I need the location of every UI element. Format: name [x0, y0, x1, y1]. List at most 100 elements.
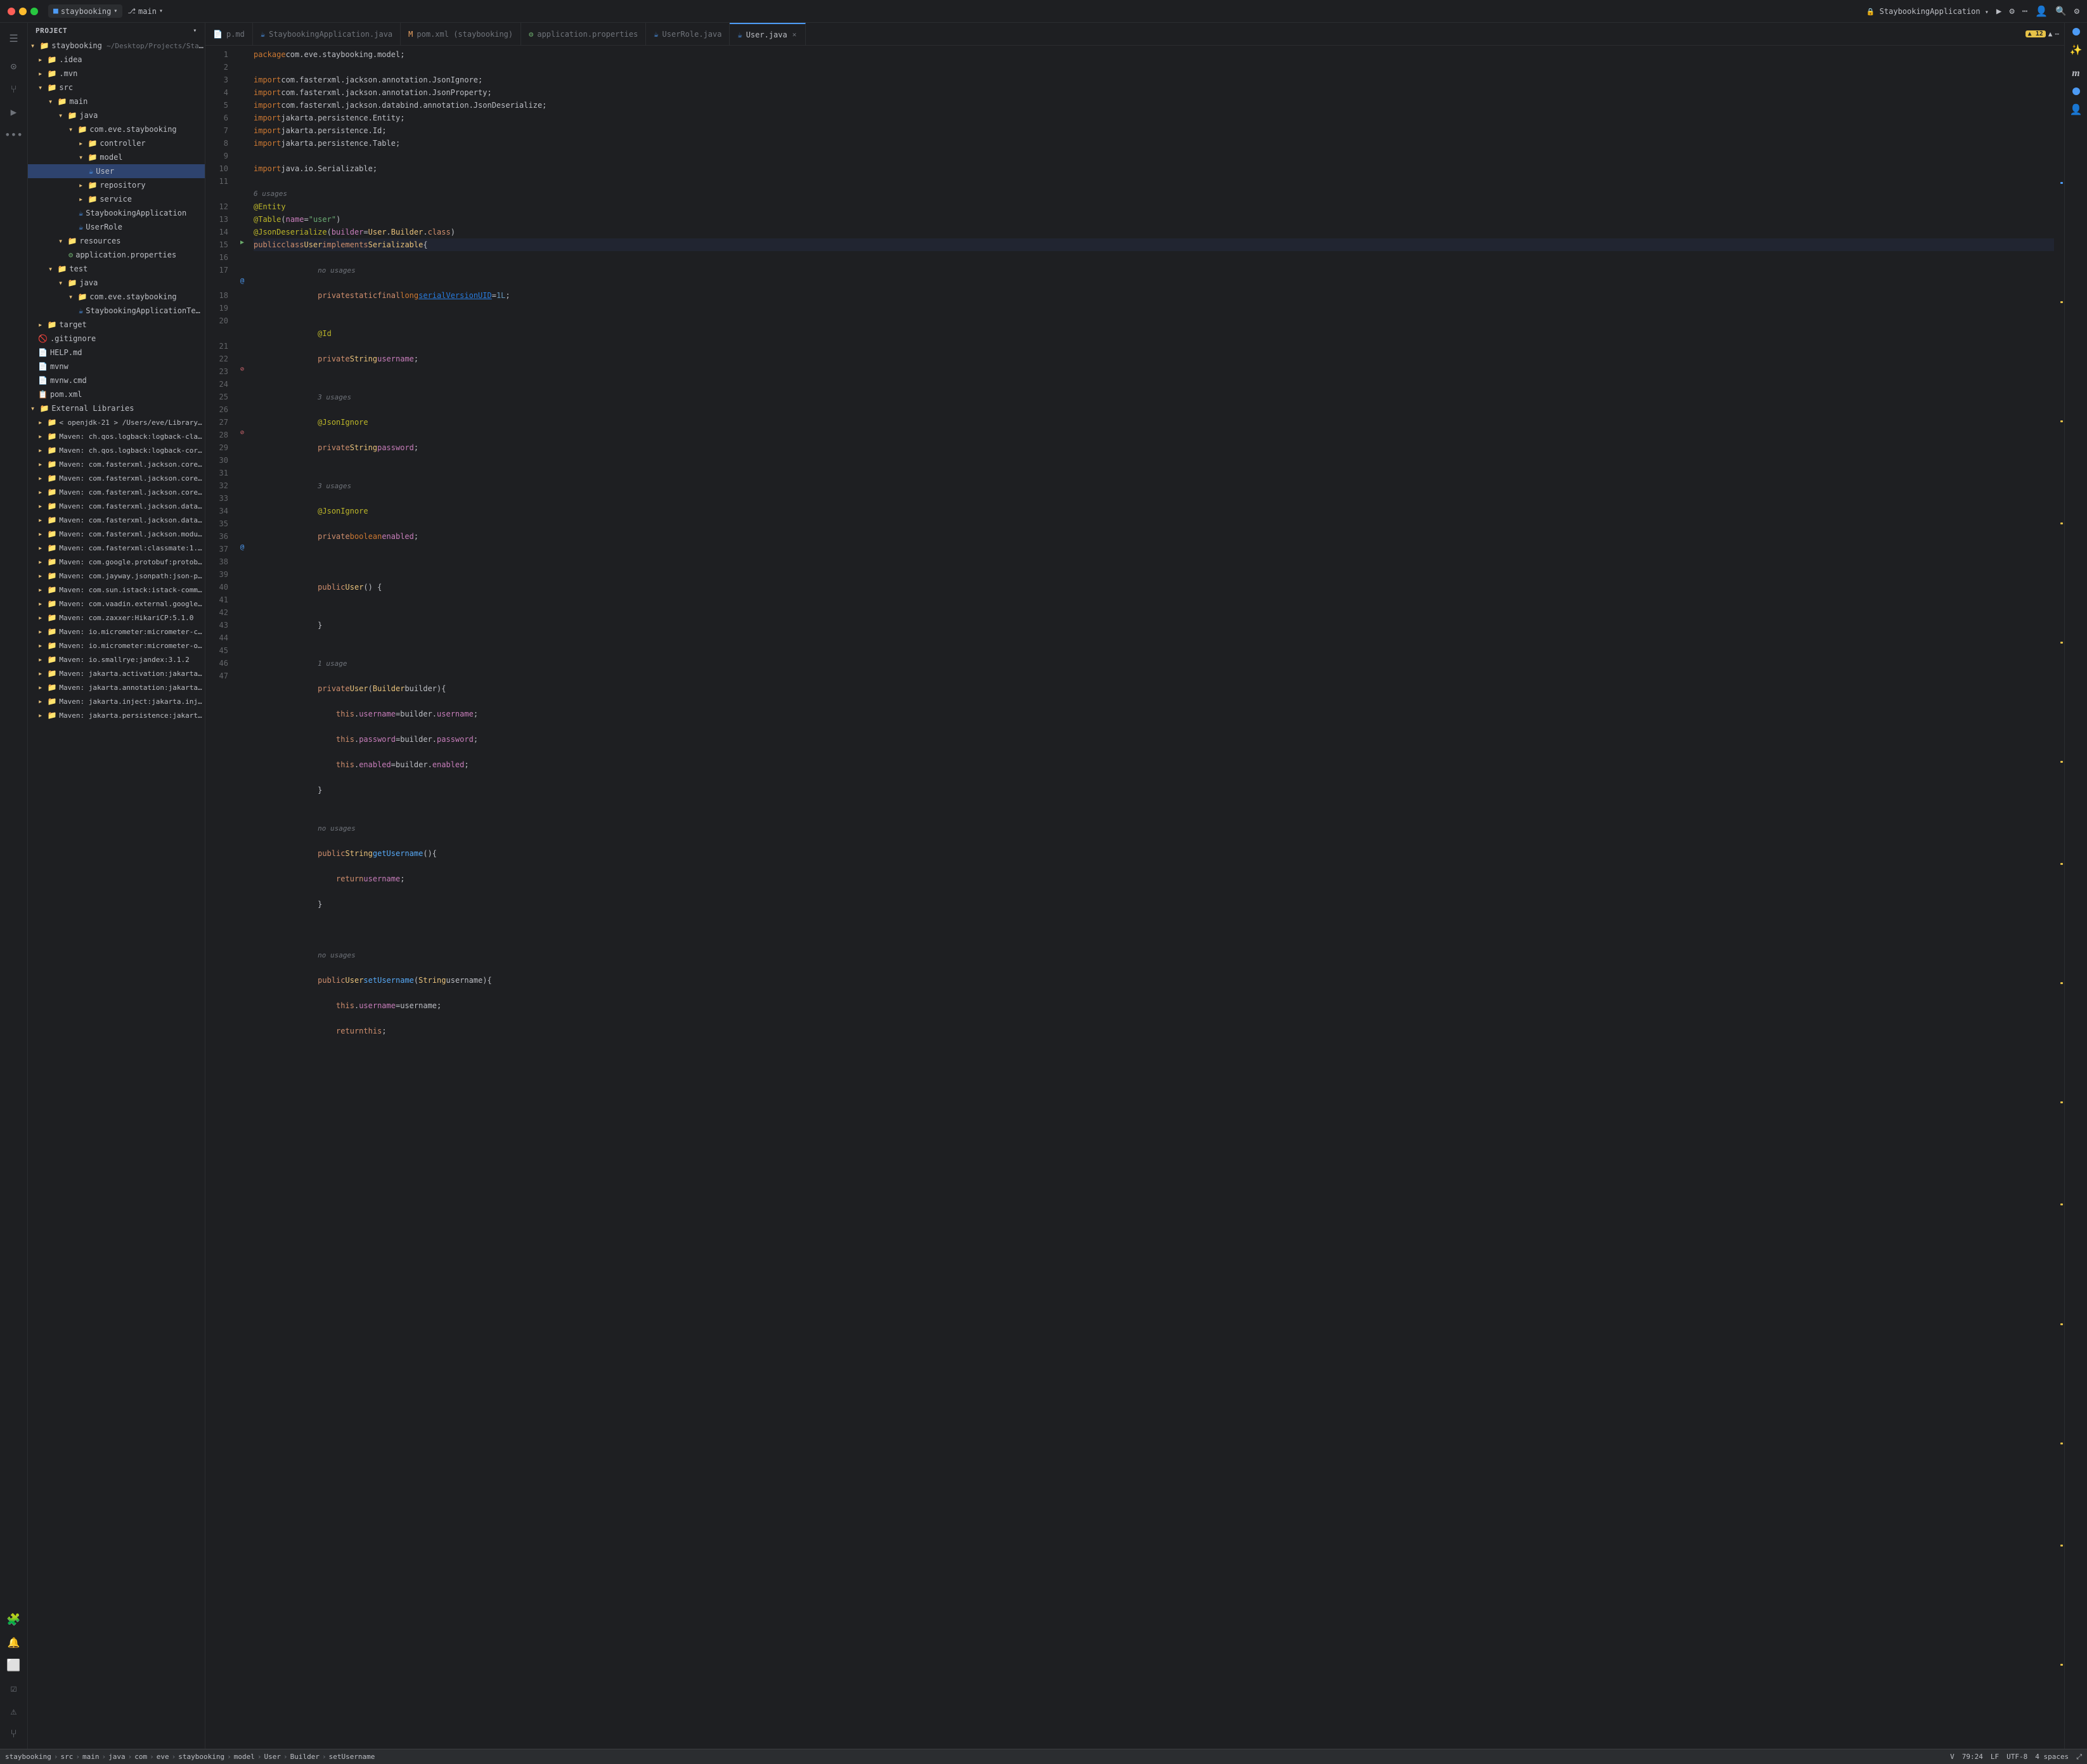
tab-pomxml[interactable]: M pom.xml (staybooking) [401, 23, 521, 45]
sidebar-tree[interactable]: ▾ 📁 staybooking ~/Desktop/Projects/StayB… [28, 39, 205, 1749]
breadcrumb-java[interactable]: java [108, 1753, 126, 1761]
gutter-run-icon-15[interactable]: ▶ [236, 236, 249, 249]
scroll-gutter[interactable] [2054, 46, 2064, 1749]
tab-bar-chevron-up[interactable]: ▲ [2048, 30, 2053, 38]
project-selector[interactable]: ■ staybooking ▾ [48, 4, 122, 18]
tree-item-service[interactable]: ▸ 📁 service [28, 192, 205, 206]
tab-userrole[interactable]: ☕ UserRole.java [646, 23, 730, 45]
tree-item-app-props[interactable]: ⚙ application.properties [28, 248, 205, 262]
breadcrumb-model[interactable]: model [234, 1753, 255, 1761]
tree-item-mvn[interactable]: ▸ 📁 .mvn [28, 67, 205, 81]
tree-item-jakarta-activation[interactable]: ▸ 📁 Maven: jakarta.activation:jakarta.ac… [28, 666, 205, 680]
code-content[interactable]: package com.eve.staybooking.model; impor… [249, 46, 2054, 1749]
tree-item-jsonpath[interactable]: ▸ 📁 Maven: com.jayway.jsonpath:json-path… [28, 569, 205, 583]
right-icon-blue[interactable] [2072, 88, 2080, 95]
tree-item-com-eve[interactable]: ▾ 📁 com.eve.staybooking [28, 122, 205, 136]
more-tools-button[interactable]: ••• [4, 124, 24, 145]
tree-item-controller[interactable]: ▸ 📁 controller [28, 136, 205, 150]
tab-appprops[interactable]: ⚙ application.properties [521, 23, 646, 45]
tree-item-idea[interactable]: ▸ 📁 .idea [28, 53, 205, 67]
tree-item-com-eve-test[interactable]: ▾ 📁 com.eve.staybooking [28, 290, 205, 304]
more-options-button[interactable]: ⋯ [2022, 6, 2027, 16]
breadcrumb-staybooking[interactable]: staybooking [5, 1753, 51, 1761]
search-icon[interactable]: 🔍 [2055, 6, 2066, 16]
cursor-position[interactable]: 79:24 [1962, 1753, 1983, 1761]
right-icon-m[interactable]: m [2066, 63, 2086, 84]
breadcrumb[interactable]: staybooking › src › main › java › com › … [5, 1753, 375, 1761]
run-config-button[interactable]: ▶ [4, 101, 24, 122]
tree-item-jandex[interactable]: ▸ 📁 Maven: io.smallrye:jandex:3.1.2 [28, 652, 205, 666]
breadcrumb-src[interactable]: src [60, 1753, 73, 1761]
notifications-button[interactable]: 🔔 [4, 1632, 24, 1652]
tree-item-micrometer-obs[interactable]: ▸ 📁 Maven: io.micrometer:micrometer-obse… [28, 639, 205, 652]
tree-item-resources[interactable]: ▾ 📁 resources [28, 234, 205, 248]
tree-item-java-test[interactable]: ▾ 📁 java [28, 276, 205, 290]
tree-item-jackson-dt1[interactable]: ▸ 📁 Maven: com.fasterxml.jackson.datatyp… [28, 499, 205, 513]
tree-item-openjdk[interactable]: ▸ 📁 < openjdk-21 > /Users/eve/Library/Ja… [28, 415, 205, 429]
build-button[interactable]: ⚙ [2009, 6, 2014, 16]
tree-item-jakarta-more[interactable]: ▸ 📁 Maven: jakarta.persistence:jakarta.p… [28, 708, 205, 722]
tree-item-gitignore[interactable]: 🚫 .gitignore [28, 332, 205, 346]
tree-item-jackson-module[interactable]: ▸ 📁 Maven: com.fasterxml.jackson.module:… [28, 527, 205, 541]
tree-item-user[interactable]: ☕ User [28, 164, 205, 178]
tree-item-java-main[interactable]: ▾ 📁 java [28, 108, 205, 122]
expand-icon[interactable]: ⤢ [2076, 1753, 2082, 1761]
plugins-button[interactable]: 🧩 [4, 1609, 24, 1630]
breadcrumb-eve[interactable]: eve [157, 1753, 169, 1761]
tree-item-logback-classic[interactable]: ▸ 📁 Maven: ch.qos.logback:logback-classi… [28, 429, 205, 443]
breadcrumb-com[interactable]: com [134, 1753, 147, 1761]
breadcrumb-user-class[interactable]: User [264, 1753, 281, 1761]
tree-item-staybooking-app[interactable]: ☕ StaybookingApplication [28, 206, 205, 220]
breadcrumb-set-username[interactable]: setUsername [329, 1753, 375, 1761]
breadcrumb-main[interactable]: main [82, 1753, 100, 1761]
terminal-button[interactable]: ⬜ [4, 1655, 24, 1675]
indent-info[interactable]: 4 spaces [2035, 1753, 2069, 1761]
right-icon-user[interactable]: 👤 [2066, 99, 2086, 119]
vcs-status[interactable]: V [1950, 1753, 1955, 1761]
tree-item-protobuf[interactable]: ▸ 📁 Maven: com.google.protobuf:protobuf-… [28, 555, 205, 569]
tab-close-userjava[interactable]: ✕ [791, 30, 798, 39]
tree-item-android-json[interactable]: ▸ 📁 Maven: com.vaadin.external.google:an… [28, 597, 205, 611]
tree-item-pom-xml[interactable]: 📋 pom.xml [28, 387, 205, 401]
problems-button[interactable]: ⚠ [4, 1701, 24, 1721]
run-button[interactable]: ▶ [1996, 6, 2001, 16]
settings-icon[interactable]: ⚙ [2074, 6, 2079, 16]
tree-item-jackson-databind[interactable]: ▸ 📁 Maven: com.fasterxml.jackson.core:ja… [28, 485, 205, 499]
right-bar-icon-1[interactable] [2072, 28, 2080, 36]
tree-item-jackson-dt2[interactable]: ▸ 📁 Maven: com.fasterxml.jackson.datatyp… [28, 513, 205, 527]
profile-icon[interactable]: 👤 [2035, 5, 2048, 17]
ai-assistant-button[interactable]: ✨ [2066, 39, 2086, 60]
tree-item-logback-core[interactable]: ▸ 📁 Maven: ch.qos.logback:logback-core:1… [28, 443, 205, 457]
tree-item-external-libs[interactable]: ▾ 📁 External Libraries [28, 401, 205, 415]
tree-item-hikari[interactable]: ▸ 📁 Maven: com.zaxxer:HikariCP:5.1.0 [28, 611, 205, 625]
tree-item-jackson-ann[interactable]: ▸ 📁 Maven: com.fasterxml.jackson.core:ja… [28, 457, 205, 471]
tree-item-istack[interactable]: ▸ 📁 Maven: com.sun.istack:istack-commons… [28, 583, 205, 597]
tree-item-userrole[interactable]: ☕ UserRole [28, 220, 205, 234]
project-tree-button[interactable]: ☰ [4, 28, 24, 48]
branch-selector[interactable]: ⎇ main ▾ [127, 7, 163, 16]
tree-item-model[interactable]: ▾ 📁 model [28, 150, 205, 164]
todo-button[interactable]: ☑ [4, 1678, 24, 1698]
tree-item-micrometer-commons[interactable]: ▸ 📁 Maven: io.micrometer:micrometer-comm… [28, 625, 205, 639]
close-button[interactable] [8, 8, 15, 15]
tree-item-classmate[interactable]: ▸ 📁 Maven: com.fasterxml:classmate:1.7.0 [28, 541, 205, 555]
tree-item-jackson-core[interactable]: ▸ 📁 Maven: com.fasterxml.jackson.core:ja… [28, 471, 205, 485]
minimize-button[interactable] [19, 8, 27, 15]
tree-item-helpmd[interactable]: 📄 HELP.md [28, 346, 205, 360]
tree-item-target[interactable]: ▸ 📁 target [28, 318, 205, 332]
tree-item-mvnw-cmd[interactable]: 📄 mvnw.cmd [28, 373, 205, 387]
tab-helpmd[interactable]: 📄 p.md [205, 23, 253, 45]
tree-item-jakarta-annotation[interactable]: ▸ 📁 Maven: jakarta.annotation:jakarta.an… [28, 680, 205, 694]
vcs-button[interactable]: ⑂ [4, 79, 24, 99]
breadcrumb-builder[interactable]: Builder [290, 1753, 320, 1761]
tree-item-staybooking[interactable]: ▾ 📁 staybooking ~/Desktop/Projects/StayB… [28, 39, 205, 53]
breadcrumb-staybooking2[interactable]: staybooking [178, 1753, 224, 1761]
git-button[interactable]: ⑂ [4, 1723, 24, 1744]
encoding[interactable]: UTF-8 [2006, 1753, 2027, 1761]
tree-item-jakarta-inject[interactable]: ▸ 📁 Maven: jakarta.inject:jakarta.inject… [28, 694, 205, 708]
tree-item-test[interactable]: ▾ 📁 test [28, 262, 205, 276]
tab-userjava[interactable]: ☕ User.java ✕ [730, 23, 806, 45]
tree-item-src[interactable]: ▾ 📁 src [28, 81, 205, 94]
maximize-button[interactable] [30, 8, 38, 15]
tree-item-main[interactable]: ▾ 📁 main [28, 94, 205, 108]
